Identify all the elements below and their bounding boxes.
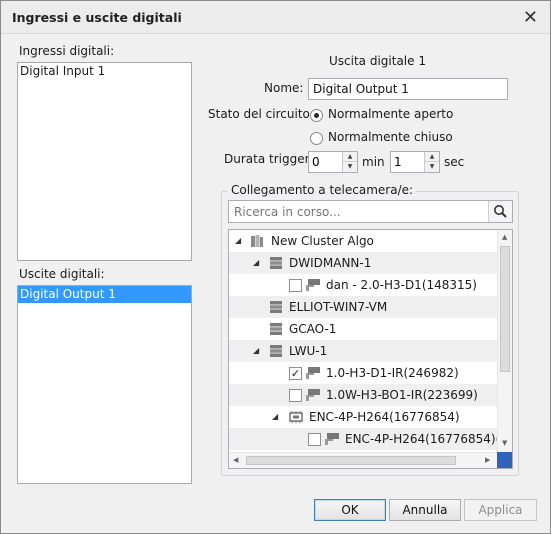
tree-label: LWU-1	[289, 344, 328, 358]
circuit-state-label: Stato del circuito:	[208, 107, 314, 121]
camera-checkbox-checked[interactable]: ✓	[289, 367, 302, 380]
trigger-minutes-input[interactable]	[312, 153, 342, 171]
camera-search-box[interactable]	[228, 200, 513, 223]
scroll-right-icon[interactable]: ▶	[485, 456, 490, 464]
camera-icon	[306, 389, 320, 401]
inputs-label: Ingressi digitali:	[19, 44, 115, 58]
camera-icon	[325, 433, 339, 445]
apply-button[interactable]: Applica	[464, 499, 537, 521]
tree-label: ENC-4P-H264(16776854)	[309, 410, 460, 424]
camera-search-input[interactable]	[234, 202, 484, 221]
camera-link-label: Collegamento a telecamera/e:	[228, 183, 417, 197]
camera-checkbox[interactable]	[289, 389, 302, 402]
tree-row-server[interactable]: ◢ DWIDMANN-1	[229, 252, 498, 274]
tree-label: DWIDMANN-1	[289, 256, 372, 270]
trigger-seconds-input[interactable]	[394, 153, 424, 171]
camera-checkbox[interactable]	[308, 433, 321, 446]
list-item-selected[interactable]: Digital Output 1	[18, 286, 191, 303]
scroll-left-icon[interactable]: ◀	[233, 456, 238, 464]
name-label: Nome:	[264, 81, 304, 95]
outputs-label: Uscite digitali:	[19, 267, 105, 281]
search-button[interactable]	[488, 201, 512, 222]
tree-row-server[interactable]: ELLIOT-WIN7-VM	[229, 296, 498, 318]
list-item[interactable]: Digital Input 1	[18, 63, 191, 80]
vertical-scrollbar[interactable]: ▲ ▼	[497, 230, 512, 452]
tree-row-server[interactable]: GCAO-1	[229, 318, 498, 340]
tree-row-cluster[interactable]: ◢ New Cluster Algo	[229, 230, 498, 252]
radio-normally-open-label[interactable]: Normalmente aperto	[328, 107, 453, 121]
server-icon	[270, 345, 282, 357]
server-icon	[270, 323, 282, 335]
cancel-button[interactable]: Annulla	[389, 499, 461, 521]
tree-row-server[interactable]: ◢ LWU-1	[229, 340, 498, 362]
inputs-list[interactable]: Digital Input 1	[17, 62, 192, 261]
camera-tree[interactable]: ◢ New Cluster Algo ◢ DWIDMANN-1 dan - 2.…	[228, 229, 513, 469]
tree-row-encoder[interactable]: ◢ ENC-4P-H264(16776854)	[229, 406, 498, 428]
close-icon[interactable]: ✕	[523, 7, 538, 28]
radio-normally-open[interactable]	[310, 109, 323, 122]
tree-label: GCAO-1	[289, 322, 337, 336]
scroll-corner	[497, 452, 512, 468]
expander-expanded-icon[interactable]: ◢	[272, 406, 278, 428]
spin-up-icon[interactable]: ▲	[425, 152, 439, 162]
seconds-unit-label: sec	[444, 155, 465, 169]
scroll-up-icon[interactable]: ▲	[502, 233, 507, 241]
spin-down-icon[interactable]: ▼	[343, 162, 357, 172]
tree-label: ENC-4P-H264(16776854)(4)	[345, 432, 513, 446]
cluster-icon	[251, 235, 263, 247]
dialog-title: Ingressi e uscite digitali	[12, 10, 182, 25]
tree-label: dan - 2.0-H3-D1(148315)	[326, 278, 477, 292]
tree-label: 1.0-H3-D1-IR(246982)	[326, 366, 459, 380]
section-title: Uscita digitale 1	[329, 54, 426, 68]
tree-label: ELLIOT-WIN7-VM	[289, 300, 388, 314]
expander-expanded-icon[interactable]: ◢	[253, 252, 259, 274]
horizontal-scroll-thumb[interactable]	[246, 456, 456, 465]
minutes-spin-buttons[interactable]: ▲ ▼	[342, 152, 357, 172]
trigger-minutes-stepper[interactable]: ▲ ▼	[308, 151, 358, 173]
tree-row-camera[interactable]: ENC-4P-H264(16776854)(4)	[229, 428, 512, 450]
minutes-unit-label: min	[362, 155, 385, 169]
expander-expanded-icon[interactable]: ◢	[235, 230, 241, 252]
tree-label: New Cluster Algo	[271, 234, 374, 248]
scroll-down-icon[interactable]: ▼	[502, 439, 507, 447]
encoder-icon	[289, 411, 303, 423]
trigger-duration-label: Durata trigger:	[224, 152, 314, 166]
outputs-list[interactable]: Digital Output 1	[17, 285, 192, 484]
horizontal-scrollbar[interactable]: ◀ ▶	[229, 452, 497, 468]
title-bar: Ingressi e uscite digitali ✕	[1, 1, 550, 34]
trigger-seconds-stepper[interactable]: ▲ ▼	[390, 151, 440, 173]
server-icon	[270, 257, 282, 269]
spin-up-icon[interactable]: ▲	[343, 152, 357, 162]
radio-normally-closed[interactable]	[310, 132, 323, 145]
seconds-spin-buttons[interactable]: ▲ ▼	[424, 152, 439, 172]
camera-icon	[306, 279, 320, 291]
tree-row-camera[interactable]: 1.0W-H3-BO1-IR(223699)	[229, 384, 498, 406]
dialog-window: Ingressi e uscite digitali ✕ Ingressi di…	[0, 0, 551, 534]
name-field[interactable]	[308, 78, 508, 100]
camera-icon	[306, 367, 320, 379]
vertical-scroll-thumb[interactable]	[500, 246, 510, 372]
tree-label: 1.0W-H3-BO1-IR(223699)	[326, 388, 478, 402]
server-icon	[270, 301, 282, 313]
search-icon	[494, 205, 507, 218]
tree-row-camera[interactable]: ✓ 1.0-H3-D1-IR(246982)	[229, 362, 498, 384]
spin-down-icon[interactable]: ▼	[425, 162, 439, 172]
ok-button[interactable]: OK	[314, 499, 386, 521]
expander-expanded-icon[interactable]: ◢	[253, 340, 259, 362]
tree-row-camera[interactable]: dan - 2.0-H3-D1(148315)	[229, 274, 498, 296]
radio-normally-closed-label[interactable]: Normalmente chiuso	[328, 130, 453, 144]
camera-checkbox[interactable]	[289, 279, 302, 292]
